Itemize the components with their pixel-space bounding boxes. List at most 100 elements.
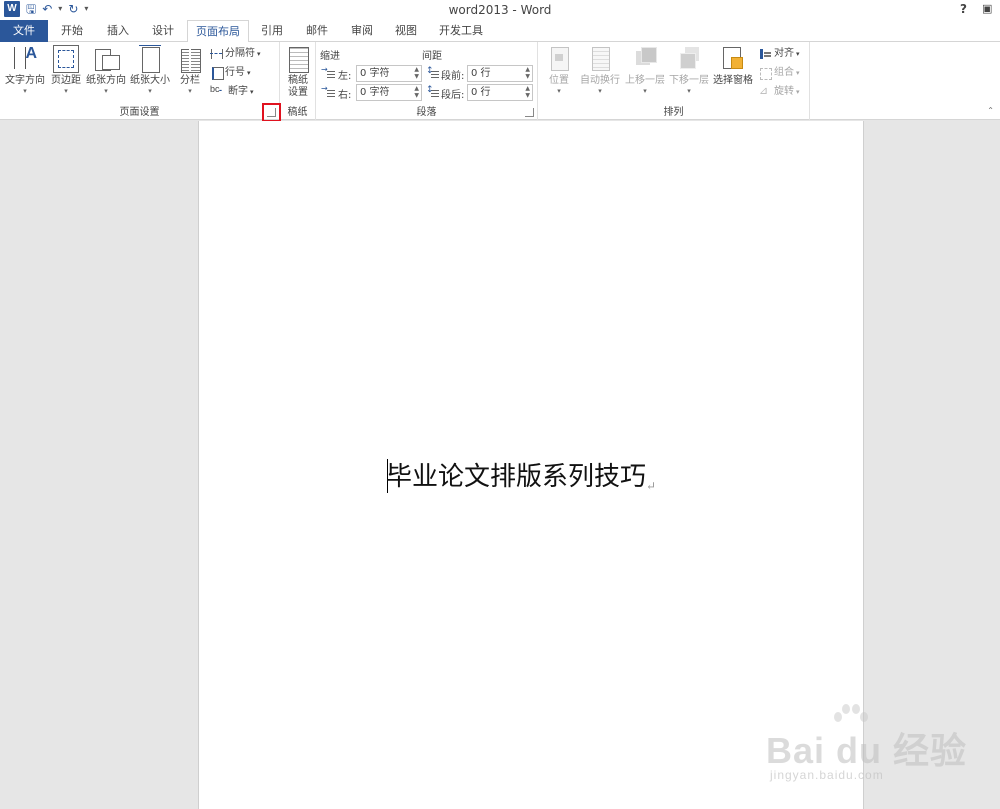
customize-qat-icon[interactable]: ▾ bbox=[84, 1, 88, 17]
tab-page-layout[interactable]: 页面布局 bbox=[187, 20, 249, 43]
bring-forward-icon bbox=[632, 45, 658, 73]
spacing-after-label: 段后: bbox=[441, 90, 465, 101]
undo-dropdown-icon[interactable]: ▾ bbox=[58, 1, 62, 17]
columns-button[interactable]: 分栏 ▾ bbox=[175, 45, 205, 95]
group-manuscript: 稿纸 设置 稿纸 bbox=[280, 42, 316, 120]
group-label-page-setup: 页面设置 bbox=[119, 107, 160, 118]
tab-file[interactable]: 文件 bbox=[0, 20, 48, 42]
text-direction-icon bbox=[12, 45, 38, 73]
position-icon bbox=[546, 45, 572, 73]
tab-view[interactable]: 视图 bbox=[384, 20, 428, 42]
document-canvas[interactable]: 毕业论文排版系列技巧↵ bbox=[0, 121, 1000, 809]
document-page[interactable]: 毕业论文排版系列技巧↵ bbox=[198, 121, 864, 809]
selection-pane-button[interactable]: 选择窗格 bbox=[711, 45, 755, 87]
indent-right-input[interactable]: 0 字符 ▲ ▼ bbox=[356, 84, 422, 101]
ribbon-display-options-icon[interactable]: ▣ bbox=[982, 2, 992, 15]
ribbon-tabs: 文件 开始 插入 设计 页面布局 引用 邮件 审阅 视图 开发工具 bbox=[0, 20, 1000, 43]
indent-left-icon bbox=[321, 65, 335, 80]
columns-icon bbox=[177, 45, 203, 73]
page-size-icon bbox=[137, 45, 163, 73]
line-numbers-button[interactable]: 行号 ▾ bbox=[210, 65, 251, 81]
dropdown-arrow-icon: ▾ bbox=[64, 87, 68, 95]
tab-mailings[interactable]: 邮件 bbox=[295, 20, 339, 42]
spacing-after-icon bbox=[426, 85, 439, 99]
orientation-icon bbox=[93, 45, 120, 73]
spacing-after-input[interactable]: 0 行 ▲ ▼ bbox=[467, 84, 533, 101]
rotate-button[interactable]: 旋转 ▾ bbox=[759, 83, 800, 100]
group-objects-button[interactable]: 组合 ▾ bbox=[759, 65, 800, 81]
dropdown-arrow-icon: ▾ bbox=[188, 87, 192, 95]
tab-review[interactable]: 审阅 bbox=[340, 20, 384, 42]
send-backward-icon bbox=[676, 45, 702, 73]
bring-forward-button[interactable]: 上移一层 ▾ bbox=[623, 45, 667, 95]
spinner-arrows-icon[interactable]: ▲ ▼ bbox=[525, 66, 530, 80]
align-button[interactable]: 对齐 ▾ bbox=[759, 46, 800, 62]
manuscript-paper-icon bbox=[285, 45, 311, 73]
indent-left-input[interactable]: 0 字符 ▲ ▼ bbox=[356, 65, 422, 82]
line-numbers-icon bbox=[210, 67, 224, 80]
ribbon: 文字方向 ▾ 页边距 ▾ 纸张方向 ▾ 纸张大小 ▾ 分栏 ▾ 分隔符 ▾ bbox=[0, 42, 1000, 122]
indent-left-label: 左: bbox=[338, 71, 352, 82]
margins-icon bbox=[53, 45, 79, 73]
wrap-text-button[interactable]: 自动换行 ▾ bbox=[578, 45, 622, 95]
spinner-arrows-icon[interactable]: ▲ ▼ bbox=[525, 85, 530, 99]
undo-icon[interactable]: ↶ bbox=[42, 1, 52, 17]
title-bar: W 🖫 ↶ ▾ ↻ ▾ word2013 - Word ? ▣ bbox=[0, 0, 1000, 20]
group-paragraph: 缩进 间距 左: 0 字符 ▲▼ 右: 0 字符 ▲▼ 段前: 0 行 ▲▼ 段… bbox=[316, 42, 538, 120]
align-icon bbox=[759, 48, 772, 60]
orientation-button[interactable]: 纸张方向 ▾ bbox=[84, 45, 128, 95]
indent-right-icon bbox=[321, 84, 335, 99]
tab-design[interactable]: 设计 bbox=[141, 20, 185, 42]
paragraph-mark: ↵ bbox=[646, 479, 657, 493]
indent-right-label: 右: bbox=[338, 90, 352, 101]
margins-button[interactable]: 页边距 ▾ bbox=[48, 45, 84, 95]
dropdown-arrow-icon: ▾ bbox=[557, 87, 561, 95]
tab-references[interactable]: 引用 bbox=[250, 20, 294, 42]
paragraph-dialog-launcher-icon[interactable] bbox=[525, 108, 534, 117]
dropdown-arrow-icon: ▾ bbox=[104, 87, 108, 95]
hyphenation-icon bbox=[210, 84, 226, 98]
rotate-icon bbox=[759, 83, 772, 99]
tab-insert[interactable]: 插入 bbox=[96, 20, 140, 42]
spacing-heading: 间距 bbox=[422, 51, 442, 62]
selection-pane-icon bbox=[720, 45, 746, 73]
spacing-before-label: 段前: bbox=[441, 71, 465, 82]
dropdown-arrow-icon: ▾ bbox=[257, 50, 261, 58]
page-setup-dialog-launcher-icon[interactable] bbox=[262, 103, 281, 122]
spinner-arrows-icon[interactable]: ▲ ▼ bbox=[414, 85, 419, 99]
dropdown-arrow-icon: ▾ bbox=[250, 88, 254, 96]
group-page-setup: 文字方向 ▾ 页边距 ▾ 纸张方向 ▾ 纸张大小 ▾ 分栏 ▾ 分隔符 ▾ bbox=[0, 42, 281, 122]
dropdown-arrow-icon: ▾ bbox=[796, 50, 800, 58]
window-title: word2013 - Word bbox=[448, 3, 552, 17]
dropdown-arrow-icon: ▾ bbox=[796, 88, 800, 96]
document-text-content[interactable]: 毕业论文排版系列技巧 bbox=[386, 462, 646, 492]
dropdown-arrow-icon: ▾ bbox=[148, 87, 152, 95]
spacing-before-input[interactable]: 0 行 ▲ ▼ bbox=[467, 65, 533, 82]
page-size-button[interactable]: 纸张大小 ▾ bbox=[128, 45, 172, 95]
collapse-ribbon-icon[interactable]: ⌃ bbox=[987, 106, 994, 115]
document-text[interactable]: 毕业论文排版系列技巧↵ bbox=[386, 456, 656, 493]
group-label-arrange: 排列 bbox=[663, 107, 684, 118]
position-button[interactable]: 位置 ▾ bbox=[542, 45, 576, 95]
send-backward-button[interactable]: 下移一层 ▾ bbox=[667, 45, 711, 95]
wrap-text-icon bbox=[587, 45, 613, 73]
help-button[interactable]: ? bbox=[960, 2, 967, 16]
group-objects-icon bbox=[759, 67, 772, 80]
text-direction-button[interactable]: 文字方向 ▾ bbox=[3, 45, 47, 95]
dropdown-arrow-icon: ▾ bbox=[247, 69, 251, 77]
quick-access-toolbar: W 🖫 ↶ ▾ ↻ ▾ bbox=[4, 1, 88, 17]
dropdown-arrow-icon: ▾ bbox=[796, 69, 800, 77]
save-icon[interactable]: 🖫 bbox=[26, 1, 36, 17]
redo-icon[interactable]: ↻ bbox=[68, 1, 78, 17]
group-arrange: 位置 ▾ 自动换行 ▾ 上移一层 ▾ 下移一层 ▾ 选择窗格 对齐 ▾ 组合 ▾… bbox=[538, 42, 810, 120]
tab-home[interactable]: 开始 bbox=[50, 20, 94, 42]
dropdown-arrow-icon: ▾ bbox=[598, 87, 602, 95]
group-label-manuscript: 稿纸 bbox=[287, 107, 308, 118]
spinner-arrows-icon[interactable]: ▲ ▼ bbox=[414, 66, 419, 80]
manuscript-settings-button[interactable]: 稿纸 设置 bbox=[282, 45, 314, 99]
tab-developer[interactable]: 开发工具 bbox=[430, 20, 492, 42]
breaks-button[interactable]: 分隔符 ▾ bbox=[210, 46, 261, 62]
word-app-icon[interactable]: W bbox=[4, 1, 20, 17]
hyphenation-button[interactable]: 断字 ▾ bbox=[210, 84, 254, 100]
breaks-icon bbox=[210, 48, 223, 60]
